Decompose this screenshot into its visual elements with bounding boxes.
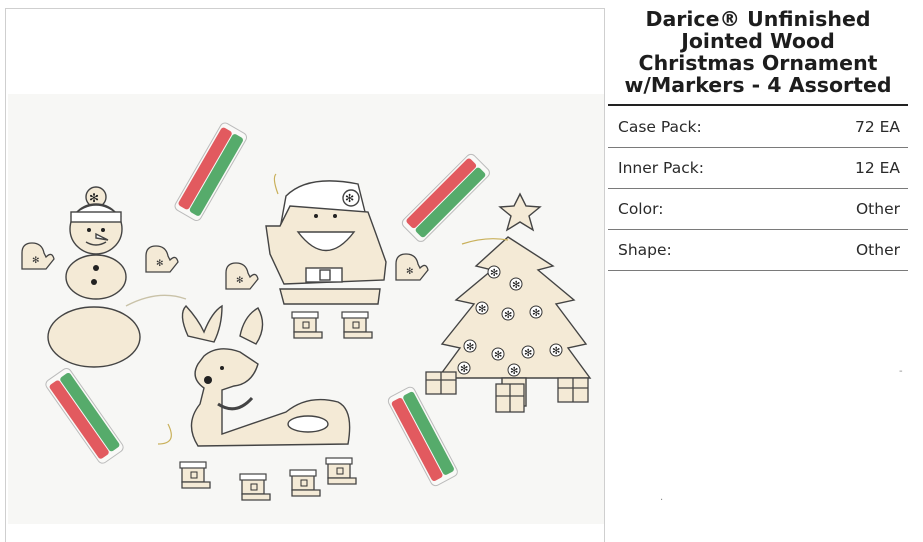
spec-value: Other: [855, 200, 900, 218]
spec-table: Case Pack: 72 EA Inner Pack: 12 EA Color…: [608, 106, 908, 271]
spec-label: Inner Pack:: [618, 159, 704, 177]
product-title-line-4: w/Markers - 4 Assorted: [624, 73, 892, 97]
santa-ornament: ✻: [265, 173, 387, 305]
stray-mark: -: [899, 366, 903, 377]
snowman-ornament: ✻: [47, 186, 187, 368]
spec-value: 12 EA: [854, 159, 900, 177]
svg-text:✻: ✻: [89, 191, 99, 205]
marker-set-2: [399, 151, 492, 244]
star-ornament: [498, 192, 542, 232]
ornaments-illustration: ✻ ✻ ✻: [21, 120, 592, 501]
spec-row-inner-pack: Inner Pack: 12 EA: [608, 148, 908, 189]
stray-mark: .: [660, 492, 664, 503]
product-title-line-3: Christmas Ornament: [638, 51, 878, 75]
product-photo[interactable]: ✻ ✻ ✻: [8, 94, 604, 524]
spec-row-color: Color: Other: [608, 189, 908, 230]
spec-label: Shape:: [618, 241, 672, 259]
product-title-line-2: Jointed Wood: [681, 29, 835, 53]
spec-row-case-pack: Case Pack: 72 EA: [608, 106, 908, 148]
marker-set-4: [386, 384, 460, 488]
product-title-line-1: Darice® Unfinished: [645, 7, 871, 31]
spec-label: Color:: [618, 200, 664, 218]
product-image-panel: ✻ ✻ ✻: [5, 8, 605, 542]
product-info-panel: Darice® Unfinished Jointed Wood Christma…: [608, 0, 908, 271]
reindeer-ornament: [157, 304, 351, 447]
marker-set-1: [172, 120, 249, 223]
spec-value: Other: [855, 241, 900, 259]
svg-text:✻: ✻: [345, 192, 354, 205]
marker-set-3: [43, 366, 126, 466]
spec-label: Case Pack:: [618, 117, 702, 136]
spec-value: 72 EA: [854, 117, 900, 136]
product-title: Darice® Unfinished Jointed Wood Christma…: [608, 8, 908, 106]
spec-row-shape: Shape: Other: [608, 230, 908, 271]
